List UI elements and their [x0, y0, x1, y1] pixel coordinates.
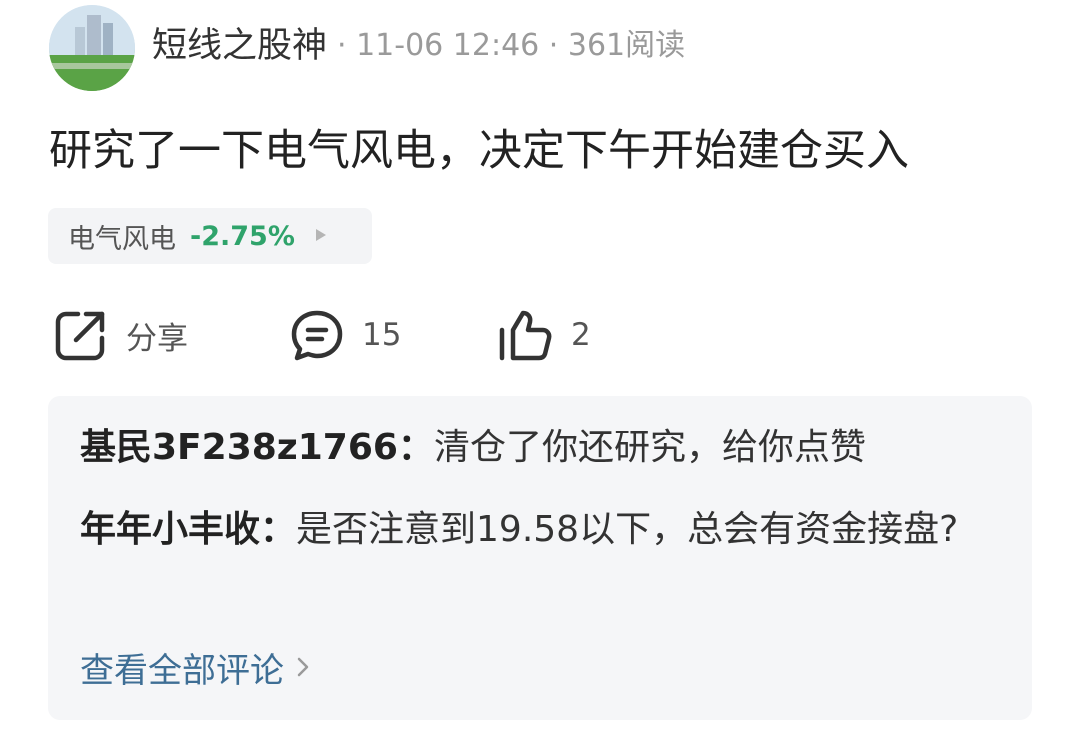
- share-button[interactable]: 分享: [54, 300, 188, 370]
- post-header: 短线之股神 · 11-06 12:46 · 361阅读: [152, 16, 685, 68]
- share-label: 分享: [126, 320, 188, 357]
- view-all-comments-link[interactable]: 查看全部评论: [80, 643, 310, 692]
- comment-item[interactable]: 年年小丰收：是否注意到19.58以下，总会有资金接盘?: [80, 500, 1000, 560]
- comments-preview: 基民3F238z1766：清仓了你还研究，给你点赞 年年小丰收：是否注意到19.…: [48, 396, 1032, 720]
- author-name[interactable]: 短线之股神: [152, 17, 327, 68]
- action-bar: 分享 15 2: [0, 300, 1080, 370]
- post-title[interactable]: 研究了一下电气风电，决定下午开始建仓买入: [49, 116, 909, 178]
- play-arrow-icon: [315, 227, 327, 246]
- comment-count: 15: [362, 317, 402, 353]
- chevron-right-icon: [296, 648, 310, 688]
- stock-change: -2.75%: [190, 220, 295, 252]
- post-meta: · 11-06 12:46 · 361阅读: [337, 28, 686, 63]
- like-count: 2: [571, 317, 591, 353]
- comment-user[interactable]: 年年小丰收：: [80, 509, 296, 550]
- comment-item[interactable]: 基民3F238z1766：清仓了你还研究，给你点赞: [80, 418, 1000, 478]
- thumbs-up-icon: [499, 310, 552, 361]
- stock-name: 电气风电: [68, 223, 176, 255]
- comment-button[interactable]: 15: [290, 300, 401, 370]
- share-icon: [55, 311, 105, 361]
- comment-text: 清仓了你还研究，给你点赞: [433, 427, 866, 468]
- comment-text: 是否注意到19.58以下，总会有资金接盘?: [296, 509, 959, 550]
- comment-user[interactable]: 基民3F238z1766：: [80, 427, 434, 468]
- avatar-image: [49, 5, 135, 91]
- view-all-label: 查看全部评论: [80, 651, 284, 691]
- stock-tag[interactable]: 电气风电 -2.75%: [48, 208, 372, 264]
- comment-icon: [291, 310, 343, 361]
- like-button[interactable]: 2: [497, 300, 591, 370]
- author-avatar[interactable]: [49, 5, 135, 91]
